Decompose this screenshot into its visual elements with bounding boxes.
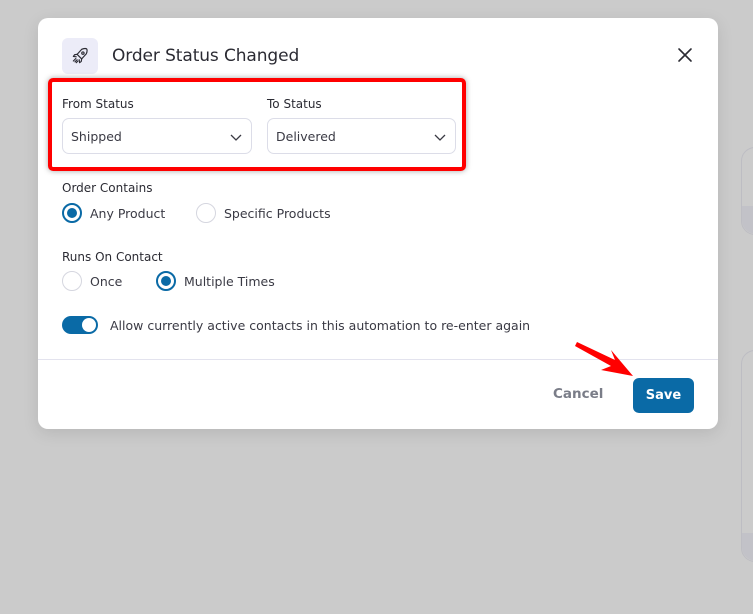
radio-label: Multiple Times <box>184 273 275 289</box>
background-card-1 <box>741 147 753 235</box>
to-status-select[interactable]: Delivered <box>267 118 456 154</box>
radio-label: Once <box>90 273 123 289</box>
background-card-2 <box>741 350 753 562</box>
modal-title: Order Status Changed <box>112 46 300 66</box>
chevron-down-icon <box>230 134 242 141</box>
toggle-knob <box>82 318 96 332</box>
radio-label: Any Product <box>90 205 166 221</box>
radio-button[interactable] <box>156 271 176 291</box>
radio-once[interactable]: Once <box>62 271 122 291</box>
reenter-toggle-label: Allow currently active contacts in this … <box>110 318 531 333</box>
from-status-select[interactable]: Shipped <box>62 118 252 154</box>
radio-any-product[interactable]: Any Product <box>62 203 165 223</box>
radio-multiple-times[interactable]: Multiple Times <box>156 271 275 291</box>
rocket-icon <box>62 38 98 74</box>
from-status-value: Shipped <box>71 128 122 144</box>
radio-button[interactable] <box>62 271 82 291</box>
to-status-value: Delivered <box>276 128 336 144</box>
chevron-down-icon <box>434 134 446 141</box>
runs-on-contact-label: Runs On Contact <box>62 250 163 264</box>
radio-button[interactable] <box>196 203 216 223</box>
radio-specific-products[interactable]: Specific Products <box>196 203 331 223</box>
from-status-label: From Status <box>62 97 134 111</box>
annotation-arrow-icon <box>575 342 633 376</box>
reenter-toggle[interactable] <box>62 316 98 334</box>
close-icon[interactable] <box>676 46 694 64</box>
radio-button[interactable] <box>62 203 82 223</box>
save-button[interactable]: Save <box>633 378 694 413</box>
cancel-button[interactable]: Cancel <box>553 386 603 402</box>
to-status-label: To Status <box>267 97 322 111</box>
radio-label: Specific Products <box>224 205 331 221</box>
order-contains-label: Order Contains <box>62 181 153 195</box>
